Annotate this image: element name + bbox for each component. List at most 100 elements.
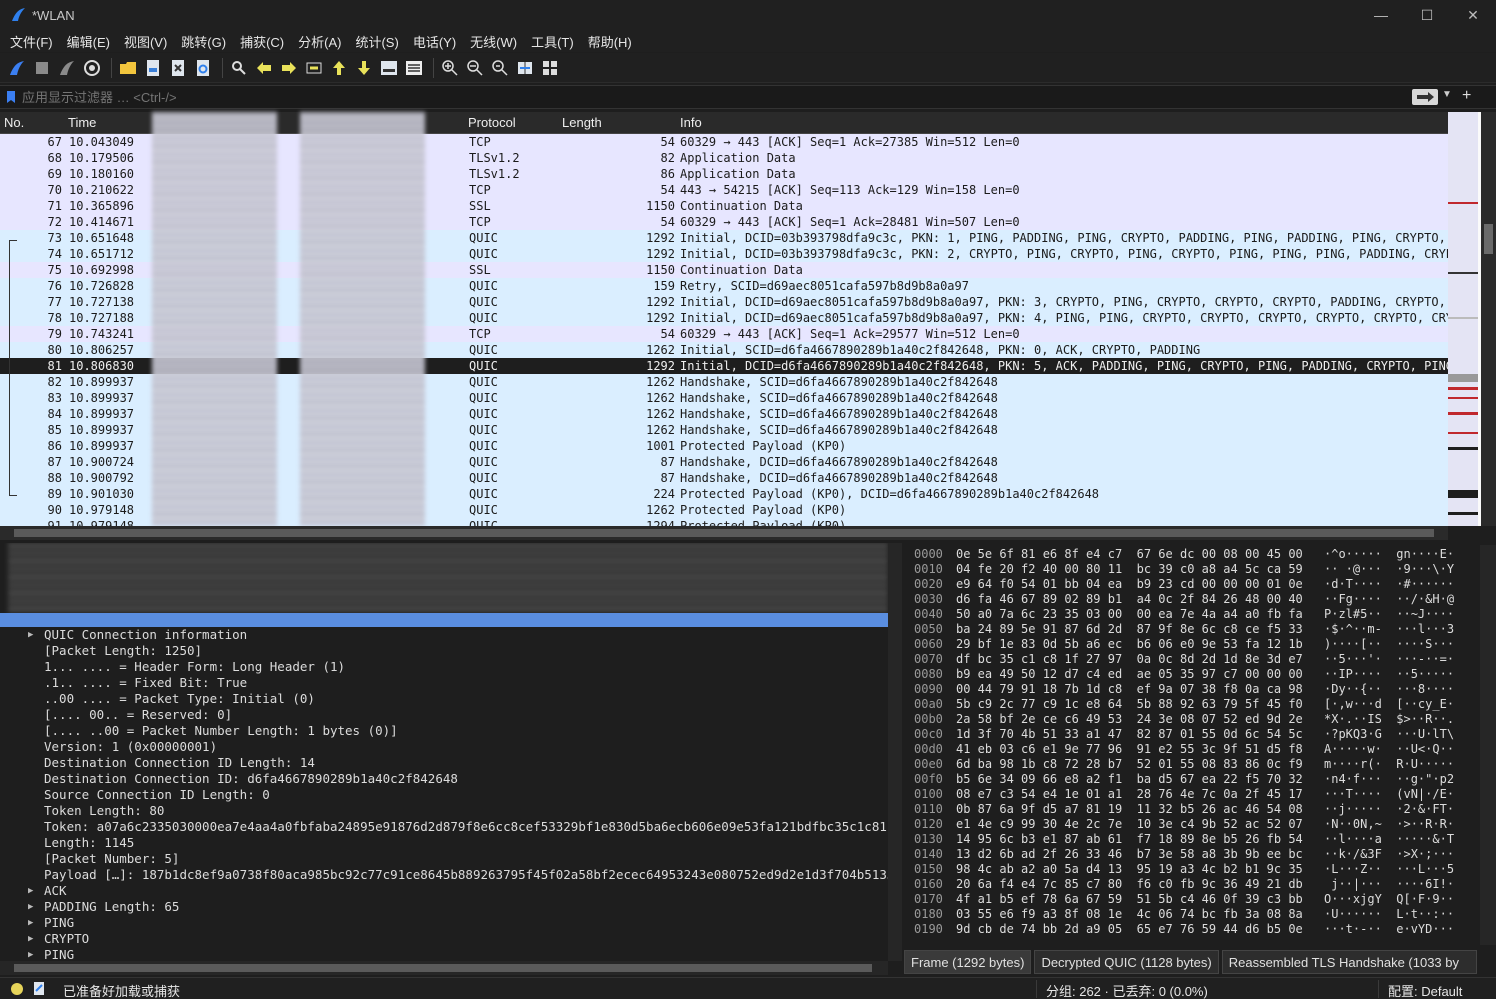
capture-comment-icon[interactable] (32, 981, 46, 997)
colorize-button[interactable] (403, 57, 425, 79)
packet-list-scrollbar-minimap[interactable] (1448, 112, 1496, 526)
menu-telephony[interactable]: 电话(Y) (407, 32, 462, 51)
main-toolbar (0, 53, 1496, 83)
packet-time: 10.043049 (69, 135, 135, 149)
details-horizontal-scrollbar[interactable] (0, 961, 888, 975)
display-filter-bar: ▼ + (0, 85, 1496, 109)
reload-file-button[interactable] (192, 57, 214, 79)
hex-ascii: [·,w···d [··cy_E· (1324, 697, 1455, 711)
packet-protocol: QUIC (469, 231, 498, 245)
expand-arrow-icon[interactable]: ▶ (28, 931, 33, 947)
tab-reassembled-tls[interactable]: Reassembled TLS Handshake (1033 by (1221, 950, 1477, 974)
hex-ascii: m····r(· R·U····· (1324, 757, 1455, 771)
bytes-vertical-scrollbar[interactable] (1480, 545, 1496, 945)
menu-wireless[interactable]: 无线(W) (464, 32, 523, 51)
menu-tools[interactable]: 工具(T) (525, 32, 580, 51)
go-forward-button[interactable] (278, 57, 300, 79)
last-packet-button[interactable] (353, 57, 375, 79)
stop-icon (36, 61, 48, 74)
tab-decrypted-quic[interactable]: Decrypted QUIC (1128 bytes) (1034, 950, 1219, 974)
resize-columns-button[interactable] (514, 57, 536, 79)
maximize-button[interactable]: ☐ (1404, 0, 1450, 30)
column-protocol[interactable]: Protocol (468, 115, 516, 130)
go-back-button[interactable] (253, 57, 275, 79)
autoscroll-button[interactable] (378, 57, 400, 79)
hex-offset: 0070 (914, 652, 943, 666)
packet-time: 10.806257 (69, 343, 135, 357)
packet-count-status: 分组: 262 · 已丢弃: 0 (0.0%) (1046, 984, 1208, 999)
open-file-button[interactable] (117, 57, 139, 79)
stop-capture-button[interactable] (31, 57, 53, 79)
bookmark-icon[interactable] (6, 90, 16, 104)
close-file-icon (172, 59, 184, 76)
scroll-thumb[interactable] (14, 529, 1434, 537)
apply-filter-button[interactable] (1412, 89, 1438, 105)
packet-details-pane: ▶ QUIC Connection information [Packet Leng… (0, 543, 888, 961)
menu-edit[interactable]: 编辑(E) (61, 32, 116, 51)
detail-text: Destination Connection ID Length: 14 (44, 755, 315, 770)
menu-view[interactable]: 视图(V) (118, 32, 173, 51)
first-packet-button[interactable] (328, 57, 350, 79)
expand-arrow-icon[interactable]: ▶ (28, 915, 33, 931)
go-to-packet-button[interactable] (303, 57, 325, 79)
window-title: *WLAN (32, 7, 75, 23)
tab-frame-bytes[interactable]: Frame (1292 bytes) (904, 950, 1032, 974)
packet-length: 87 (660, 455, 675, 469)
menu-go[interactable]: 跳转(G) (175, 32, 232, 51)
packet-time: 10.899937 (69, 407, 135, 421)
expert-info-icon[interactable] (10, 982, 24, 996)
packet-time: 10.180160 (69, 167, 135, 181)
hex-ascii: ·L···Z·· ···L···5 (1324, 862, 1455, 876)
find-packet-button[interactable] (228, 57, 250, 79)
column-no[interactable]: No. (4, 115, 24, 130)
close-file-button[interactable] (167, 57, 189, 79)
scroll-thumb[interactable] (14, 964, 872, 972)
display-filter-input[interactable] (22, 87, 1402, 107)
zoom-out-button[interactable] (464, 57, 486, 79)
menu-statistics[interactable]: 统计(S) (349, 32, 404, 51)
detail-text: Source Connection ID Length: 0 (44, 787, 270, 802)
expand-arrow-icon[interactable]: ▶ (28, 883, 33, 899)
packet-protocol: QUIC (469, 423, 498, 437)
layout-button[interactable] (539, 57, 561, 79)
capture-options-button[interactable] (81, 57, 103, 79)
menu-file[interactable]: 文件(F) (4, 32, 59, 51)
save-file-button[interactable] (142, 57, 164, 79)
hex-bytes: 20 6a f4 e4 7c 85 c7 80 f6 c0 fb 9c 36 4… (956, 877, 1303, 891)
hex-ascii: ··IP···· ··5····· (1324, 667, 1455, 681)
column-info[interactable]: Info (680, 115, 702, 130)
hex-offset: 0030 (914, 592, 943, 606)
packet-info: Initial, DCID=d69aec8051cafa597b8d9b8a0a… (680, 311, 1448, 325)
filter-history-dropdown[interactable]: ▼ (1442, 89, 1452, 100)
column-time[interactable]: Time (68, 115, 96, 130)
status-separator (1036, 980, 1037, 998)
zoom-in-button[interactable] (439, 57, 461, 79)
arrow-right-icon (282, 61, 296, 74)
details-vertical-scrollbar[interactable] (888, 543, 902, 961)
start-capture-button[interactable] (6, 57, 28, 79)
close-button[interactable]: ✕ (1450, 0, 1496, 30)
normal-size-button[interactable] (489, 57, 511, 79)
hex-ascii: ·^o····· gn····E· (1324, 547, 1455, 561)
minimize-button[interactable]: — (1358, 0, 1404, 30)
redacted-details (8, 543, 888, 613)
packet-length: 54 (660, 183, 675, 197)
menu-analyze[interactable]: 分析(A) (292, 32, 347, 51)
packet-number: 70 (47, 183, 62, 197)
status-separator (1378, 980, 1379, 998)
add-filter-button[interactable]: + (1462, 87, 1471, 105)
expand-arrow-icon[interactable]: ▶ (28, 899, 33, 915)
restart-capture-button[interactable] (56, 57, 78, 79)
packet-list-horizontal-scrollbar[interactable] (0, 526, 1448, 540)
expand-arrow-icon[interactable]: ▶ (28, 947, 33, 961)
column-length[interactable]: Length (562, 115, 602, 130)
menu-capture[interactable]: 捕获(C) (234, 32, 290, 51)
packet-length: 1150 (646, 199, 675, 213)
expand-arrow-icon[interactable]: ▶ (28, 627, 33, 643)
menu-help[interactable]: 帮助(H) (582, 32, 638, 51)
packet-number: 71 (47, 199, 62, 213)
profile-status[interactable]: 配置: Default (1388, 981, 1462, 999)
selected-detail-row[interactable] (0, 613, 888, 627)
hex-ascii: ·$·^··m- ···l···3 (1324, 622, 1455, 636)
hex-ascii: )····[·· ····S··· (1324, 637, 1455, 651)
